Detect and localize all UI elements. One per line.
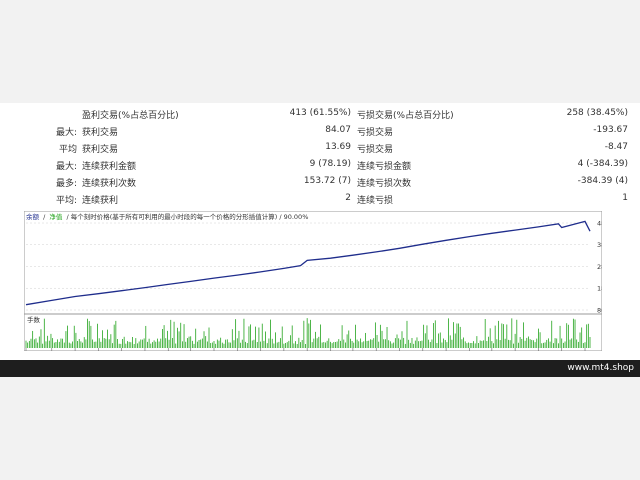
report-stats-table: 盈利交易(%占总百分比) 413 (61.55%) 亏损交易(%占总百分比) 258 … [0, 103, 640, 207]
bottom-background [0, 377, 640, 480]
stats-row: 最大: 连续获利金额 9 (78.19) 连续亏损金额 4 (-384.39) [0, 156, 640, 173]
volume-label: 手数 [27, 315, 41, 324]
balance-chart-panel: 余额 / 净值 / 每个刻时价格(基于所有可利用的最小时段的每一个价格的分形插值… [0, 207, 640, 360]
stat-value-right: 1 [622, 193, 628, 203]
footer-site-link[interactable]: www.mt4.shop [567, 363, 634, 373]
stats-row: 平均 获利交易 13.69 亏损交易 -8.47 [0, 139, 640, 156]
y-tick-label: 1813 [597, 285, 602, 293]
stats-row: 平均: 连续获利 2 连续亏损 1 [0, 190, 640, 207]
stats-row: 最多: 连续获利次数 153.72 (7) 连续亏损次数 -384.39 (4) [0, 173, 640, 190]
chart-border [24, 211, 602, 351]
stats-row: 最大: 获利交易 84.07 亏损交易 -193.67 [0, 122, 640, 139]
top-background [0, 0, 640, 103]
y-tick-label: 807 [597, 307, 602, 315]
footer-bar: www.mt4.shop [0, 360, 640, 377]
stat-value: 413 (61.55%) [289, 108, 351, 118]
legend-separator: / [43, 213, 46, 221]
stat-value-right: -8.47 [604, 142, 628, 152]
y-tick-label: 4828 [597, 220, 602, 228]
stat-prefix-label: 平均: [55, 196, 77, 206]
y-tick-label: 2818 [597, 263, 602, 271]
stat-value: 153.72 (7) [303, 176, 351, 186]
stat-prefix-label: 最多: [55, 179, 77, 189]
legend-balance: 余额 [26, 212, 40, 221]
stat-prefix-label: 平均 [58, 145, 77, 155]
stat-value-right: -193.67 [593, 125, 628, 135]
stat-value-right: 258 (38.45%) [566, 108, 628, 118]
stat-value: 9 (78.19) [309, 159, 351, 169]
legend-equity: 净值 [49, 212, 63, 221]
stat-value: 2 [345, 193, 351, 203]
chart-legend: 余额 / 净值 / 每个刻时价格(基于所有可利用的最小时段的每一个价格的分形插值… [26, 212, 308, 221]
stat-value: 84.07 [325, 125, 351, 135]
stat-value-right: -384.39 (4) [577, 176, 628, 186]
stat-prefix-label: 最大: [55, 128, 77, 138]
stat-value-right: 4 (-384.39) [577, 159, 628, 169]
stat-prefix-label: 最大: [55, 162, 77, 172]
y-tick-label: 3823 [597, 241, 602, 249]
legend-description: / 每个刻时价格(基于所有可利用的最小时段的每一个价格的分形插值计算) / 90… [66, 212, 308, 221]
stats-row: 盈利交易(%占总百分比) 413 (61.55%) 亏损交易(%占总百分比) 258 … [0, 105, 640, 122]
balance-chart: 余额 / 净值 / 每个刻时价格(基于所有可利用的最小时段的每一个价格的分形插值… [24, 211, 602, 351]
stat-value: 13.69 [325, 142, 351, 152]
